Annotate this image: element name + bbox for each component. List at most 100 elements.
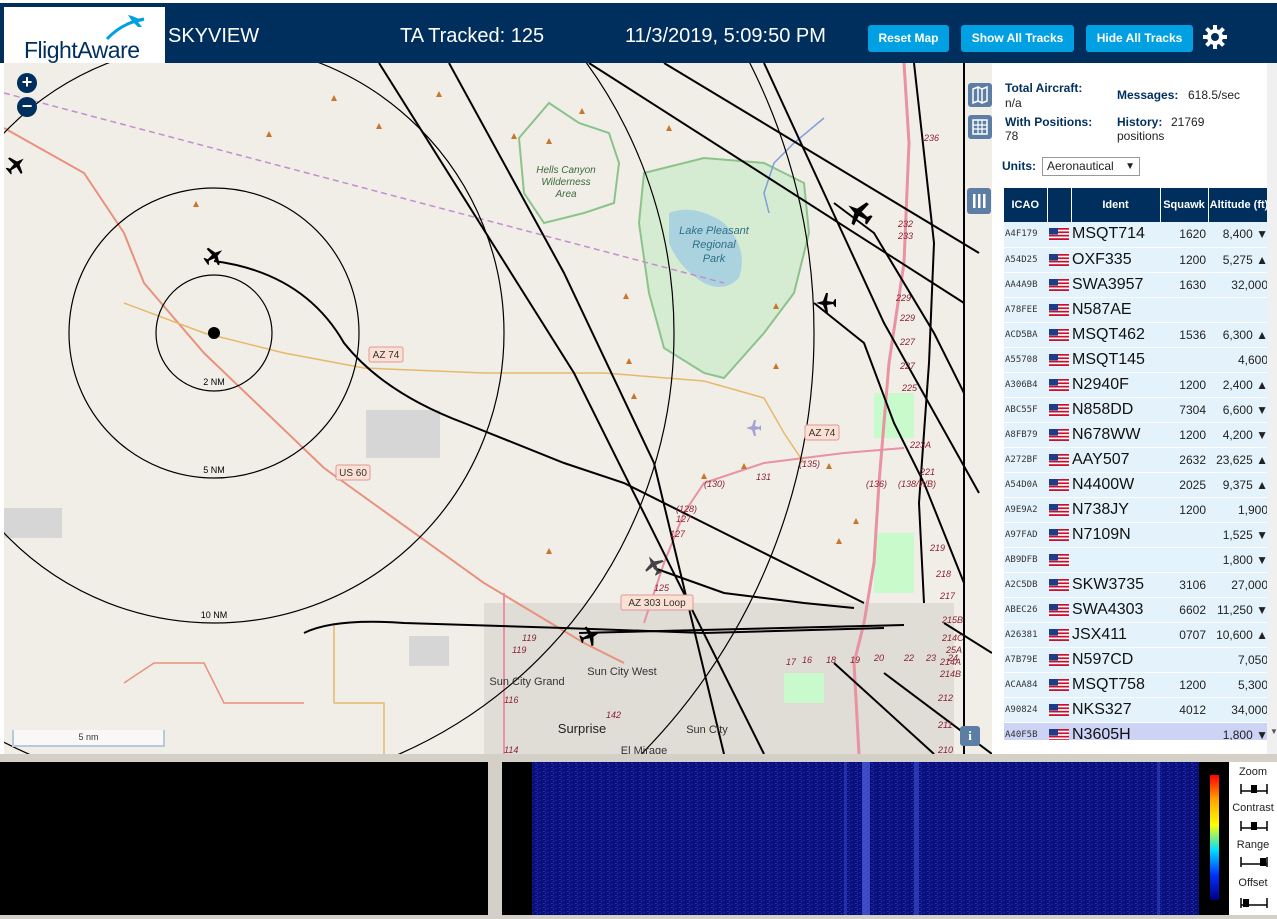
col-header-squawk[interactable]: Squawk: [1160, 188, 1209, 222]
flag-cell: [1047, 422, 1071, 448]
info-button[interactable]: i: [960, 726, 980, 746]
svg-text:(138/WB): (138/WB): [898, 479, 936, 489]
hide-all-tracks-button[interactable]: Hide All Tracks: [1086, 25, 1193, 52]
table-row[interactable]: ABC55F N858DD 7304 6,600 ▼: [1004, 397, 1270, 423]
icao-cell: A2C5DB: [1004, 572, 1047, 598]
svg-text:142: 142: [606, 710, 621, 720]
range-slider[interactable]: [1240, 857, 1268, 867]
table-row[interactable]: ACD5BA MSQT462 1536 6,300 ▲: [1004, 322, 1270, 348]
ident-cell: JSX411: [1071, 622, 1160, 648]
col-header-flag[interactable]: [1047, 188, 1072, 222]
table-row[interactable]: A90824 NKS327 4012 34,000: [1004, 697, 1270, 723]
ident-cell: N678WW: [1071, 422, 1160, 448]
total-aircraft-label: Total Aircraft:: [1005, 81, 1083, 95]
panel-scrollbar[interactable]: [1267, 63, 1277, 754]
svg-text:233: 233: [897, 231, 913, 241]
us-flag-icon: [1049, 278, 1069, 291]
units-select[interactable]: Aeronautical ▼: [1042, 157, 1140, 176]
squawk-cell: 0707: [1160, 622, 1208, 648]
table-row[interactable]: A97FAD N7109N 1,525 ▼: [1004, 522, 1270, 548]
waterfall-display[interactable]: [502, 762, 1199, 915]
col-header-icao[interactable]: ICAO: [1004, 188, 1048, 222]
table-row[interactable]: A54D25 OXF335 1200 5,275 ▲: [1004, 247, 1270, 273]
squawk-cell: 1200: [1160, 422, 1208, 448]
svg-text:19: 19: [850, 655, 860, 665]
table-row[interactable]: A4F179 MSQT714 1620 8,400 ▼: [1004, 222, 1270, 248]
table-row[interactable]: A7B79E N597CD 7,050: [1004, 647, 1270, 673]
table-row[interactable]: A272BF AAY507 2632 23,625 ▲: [1004, 447, 1270, 473]
us-flag-icon: [1049, 703, 1069, 716]
table-row[interactable]: A78FEE N587AE: [1004, 297, 1270, 323]
flag-cell: [1047, 322, 1071, 348]
col-header-ident[interactable]: Ident: [1071, 188, 1161, 222]
table-row[interactable]: ACAA84 MSQT758 1200 5,300: [1004, 672, 1270, 698]
squawk-cell: 4012: [1160, 697, 1208, 723]
icao-cell: A54D0A: [1004, 472, 1047, 498]
svg-text:236: 236: [923, 133, 939, 143]
altitude-cell: 32,000: [1208, 272, 1270, 298]
us-flag-icon: [1049, 478, 1069, 491]
altitude-cell: 4,200 ▼: [1208, 422, 1270, 448]
squawk-cell: [1160, 647, 1208, 673]
zoom-in-button[interactable]: +: [17, 73, 37, 93]
squawk-cell: 1200: [1160, 247, 1208, 273]
aircraft-table-container[interactable]: ICAO Ident Squawk Altitude (ft) A4F179 MS…: [1004, 188, 1270, 740]
svg-text:AZ 74: AZ 74: [373, 350, 400, 361]
squawk-cell: 1200: [1160, 497, 1208, 523]
scale-bar: 5 nm: [12, 730, 165, 747]
svg-text:227: 227: [899, 337, 916, 347]
table-row[interactable]: A8FB79 N678WW 1200 4,200 ▼: [1004, 422, 1270, 448]
table-row[interactable]: ABEC26 SWA4303 6602 11,250 ▼: [1004, 597, 1270, 623]
icao-cell: A78FEE: [1004, 297, 1047, 323]
svg-text:119: 119: [512, 645, 526, 655]
table-row[interactable]: A54D0A N4400W 2025 9,375 ▲: [1004, 472, 1270, 498]
table-row[interactable]: AA4A9B SWA3957 1630 32,000: [1004, 272, 1270, 298]
icao-cell: A54D25: [1004, 247, 1047, 273]
columns-toggle-button[interactable]: [967, 188, 991, 214]
altitude-cell: 11,250 ▼: [1208, 597, 1270, 623]
svg-text:22: 22: [903, 653, 914, 663]
table-row[interactable]: A2C5DB SKW3735 3106 27,000: [1004, 572, 1270, 598]
altitude-cell: 27,000: [1208, 572, 1270, 598]
messages-label: Messages:: [1117, 88, 1179, 102]
altitude-cell: 7,050: [1208, 647, 1270, 673]
table-row[interactable]: A306B4 N2940F 1200 2,400 ▲: [1004, 372, 1270, 398]
ident-cell: N4400W: [1071, 472, 1160, 498]
svg-text:Lake Pleasant: Lake Pleasant: [679, 225, 750, 237]
table-row[interactable]: A55708 MSQT145 4,600: [1004, 347, 1270, 373]
map-canvas[interactable]: AZ 74 AZ 74 US 60 AZ 303 Loop 2 NM 5 NM …: [4, 63, 992, 754]
grid-toggle-button[interactable]: [968, 115, 992, 139]
gray-parcel: [366, 410, 440, 458]
svg-text:16: 16: [802, 655, 812, 665]
show-all-tracks-button[interactable]: Show All Tracks: [961, 25, 1074, 52]
zoom-control-label: Zoom: [1238, 766, 1268, 778]
local-road: [333, 623, 385, 754]
contrast-slider[interactable]: [1240, 821, 1268, 831]
gear-icon[interactable]: [1202, 24, 1228, 50]
svg-text:221: 221: [919, 467, 935, 477]
reset-map-button[interactable]: Reset Map: [868, 25, 949, 52]
svg-text:131: 131: [756, 472, 771, 482]
scroll-down-icon[interactable]: ▼: [1270, 727, 1277, 736]
icao-cell: AB9DFB: [1004, 547, 1047, 573]
offset-slider[interactable]: [1240, 898, 1268, 908]
flightaware-logo[interactable]: FlightAware: [4, 7, 165, 65]
table-row[interactable]: A9E9A2 N738JY 1200 1,900: [1004, 497, 1270, 523]
map-layers-button[interactable]: [968, 83, 992, 107]
ident-cell: AAY507: [1071, 447, 1160, 473]
table-row[interactable]: A26381 JSX411 0707 10,600 ▲: [1004, 622, 1270, 648]
col-header-altitude[interactable]: Altitude (ft): [1208, 188, 1270, 222]
squawk-cell: [1160, 522, 1208, 548]
altitude-cell: 1,525 ▼: [1208, 522, 1270, 548]
icao-cell: A4F179: [1004, 222, 1047, 248]
ident-cell: N7109N: [1071, 522, 1160, 548]
zoom-slider[interactable]: [1240, 784, 1268, 794]
history-value: 21769: [1171, 115, 1205, 129]
map-view[interactable]: AZ 74 AZ 74 US 60 AZ 303 Loop 2 NM 5 NM …: [4, 63, 992, 754]
table-row[interactable]: AB9DFB 1,800 ▼: [1004, 547, 1270, 573]
table-row[interactable]: A40F5B N3605H 1,800 ▼: [1004, 722, 1270, 740]
flag-cell: [1047, 222, 1071, 248]
svg-text:El Mirage: El Mirage: [621, 745, 667, 754]
squawk-cell: [1160, 297, 1208, 323]
zoom-out-button[interactable]: −: [17, 97, 37, 117]
